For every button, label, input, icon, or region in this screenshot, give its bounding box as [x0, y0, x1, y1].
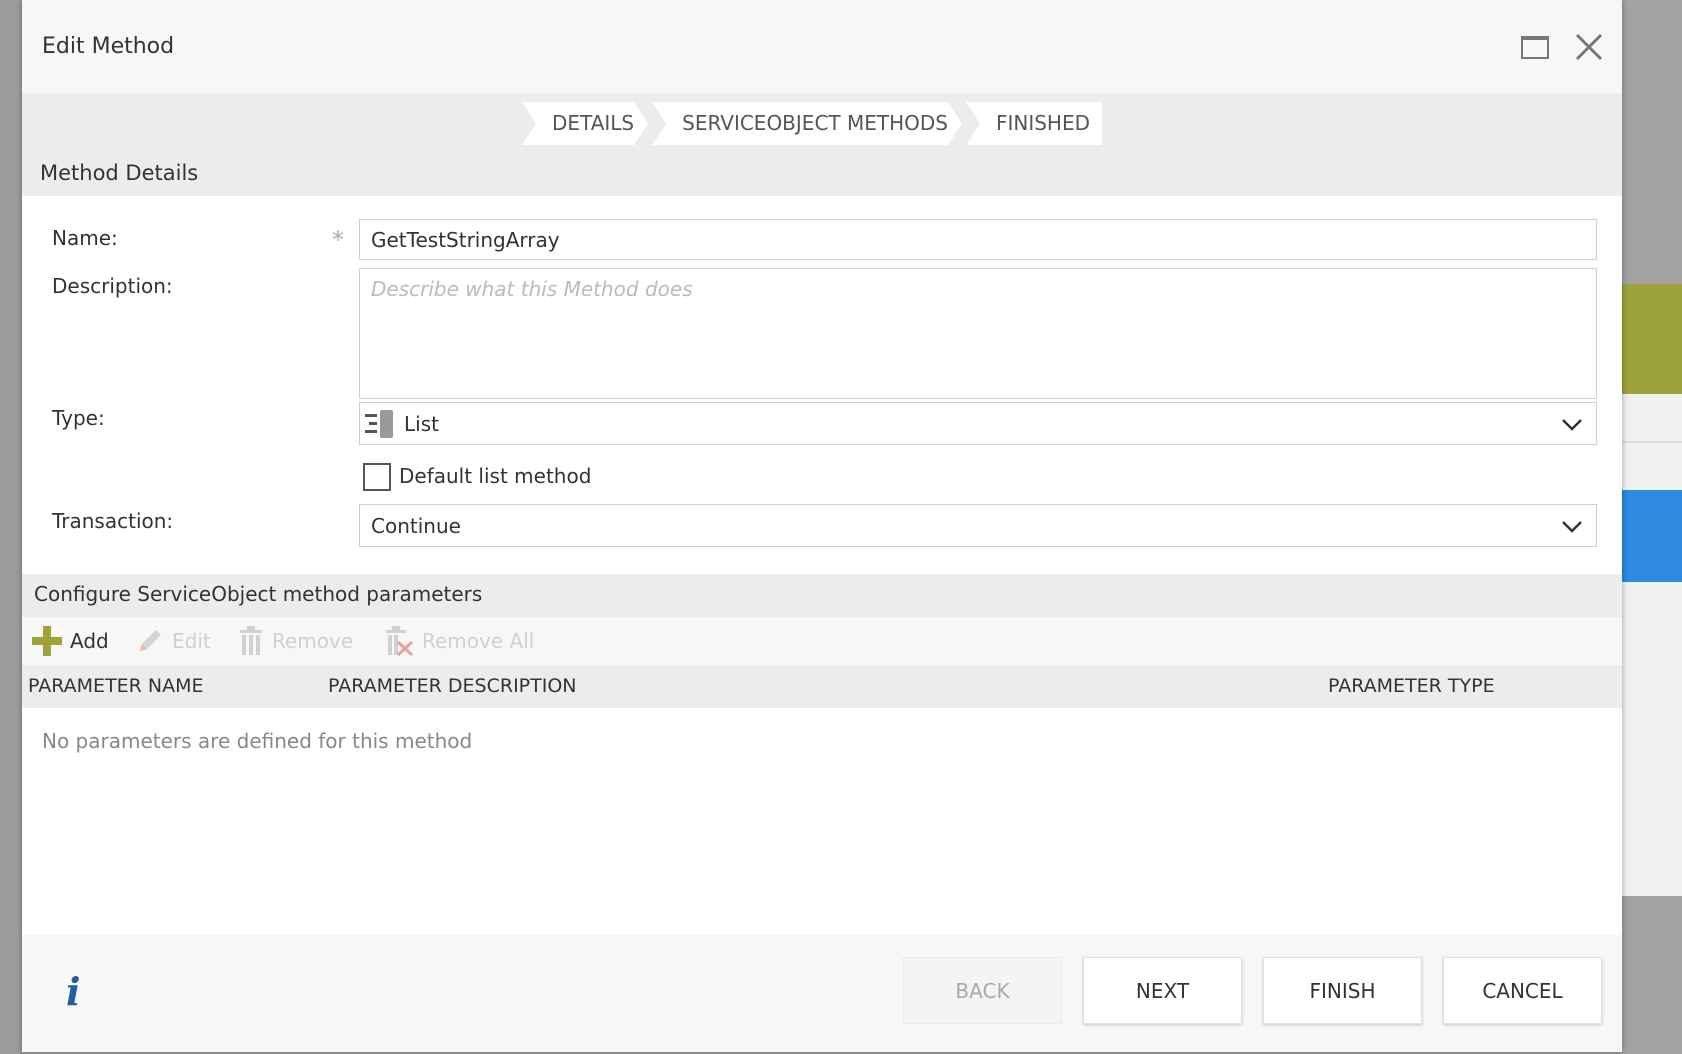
parameters-table-header: PARAMETER NAME PARAMETER DESCRIPTION PAR… [22, 665, 1622, 708]
name-input[interactable] [359, 219, 1597, 260]
remove-parameter-button[interactable]: Remove [238, 617, 353, 665]
trash-icon [240, 626, 262, 655]
type-select[interactable]: List [359, 402, 1597, 445]
column-header-parameter-description[interactable]: PARAMETER DESCRIPTION [328, 675, 577, 697]
chevron-down-icon [1562, 419, 1582, 431]
description-input[interactable] [359, 268, 1597, 399]
transaction-select[interactable]: Continue [359, 504, 1597, 547]
info-icon[interactable]: i [66, 969, 80, 1014]
description-label: Description: [52, 274, 173, 298]
parameters-toolbar: Add Edit Remove Remove All [22, 617, 1622, 665]
wizard-step-finished[interactable]: FINISHED [965, 102, 1103, 145]
column-header-parameter-type[interactable]: PARAMETER TYPE [1328, 675, 1495, 697]
type-label: Type: [52, 406, 105, 430]
edit-parameter-label: Edit [172, 629, 211, 653]
trash-x-icon [386, 626, 414, 656]
column-header-parameter-name[interactable]: PARAMETER NAME [28, 675, 204, 697]
dialog-title: Edit Method [42, 34, 175, 59]
default-list-method-label[interactable]: Default list method [399, 464, 591, 488]
background-olive-block [1622, 284, 1682, 394]
window-maximize-icon[interactable] [1521, 36, 1549, 59]
add-parameter-label: Add [70, 629, 109, 653]
add-icon [32, 626, 62, 656]
close-icon[interactable] [1572, 30, 1606, 64]
wizard-step-serviceobject-methods[interactable]: SERVICEOBJECT METHODS [652, 102, 962, 145]
next-button[interactable]: NEXT [1083, 957, 1242, 1024]
type-select-value: List [404, 412, 439, 436]
dialog-footer: i BACK NEXT FINISH CANCEL [22, 935, 1622, 1052]
wizard-steps-bar: DETAILS SERVICEOBJECT METHODS FINISHED [22, 93, 1622, 153]
dialog-titlebar: Edit Method [22, 0, 1622, 93]
required-star-icon: * [332, 226, 344, 254]
remove-parameter-label: Remove [272, 629, 354, 653]
wizard-step-details[interactable]: DETAILS [522, 102, 648, 145]
pencil-icon [140, 630, 161, 651]
finish-button[interactable]: FINISH [1263, 957, 1422, 1024]
parameters-header: Configure ServiceObject method parameter… [22, 574, 1622, 617]
remove-all-parameters-button[interactable]: Remove All [384, 617, 534, 665]
method-details-title: Method Details [40, 161, 199, 185]
method-details-header: Method Details [22, 153, 1622, 196]
parameters-empty-message: No parameters are defined for this metho… [42, 729, 473, 753]
add-parameter-button[interactable]: Add [32, 617, 109, 665]
edit-parameter-button[interactable]: Edit [136, 617, 211, 665]
remove-all-parameters-label: Remove All [422, 629, 535, 653]
chevron-down-icon [1562, 521, 1582, 533]
cancel-button[interactable]: CANCEL [1443, 957, 1602, 1024]
background-blue-block [1622, 490, 1682, 582]
list-method-icon [365, 410, 393, 438]
name-label: Name: [52, 226, 118, 250]
default-list-method-checkbox[interactable] [363, 463, 391, 491]
back-button[interactable]: BACK [903, 957, 1062, 1024]
background-divider [1622, 441, 1682, 443]
wizard-steps: DETAILS SERVICEOBJECT METHODS FINISHED [522, 102, 1106, 145]
edit-method-dialog: Edit Method DETAILS SERVICEOBJECT METHOD… [22, 0, 1622, 1052]
parameters-title: Configure ServiceObject method parameter… [34, 582, 483, 606]
transaction-label: Transaction: [52, 509, 174, 533]
transaction-select-value: Continue [371, 514, 461, 538]
